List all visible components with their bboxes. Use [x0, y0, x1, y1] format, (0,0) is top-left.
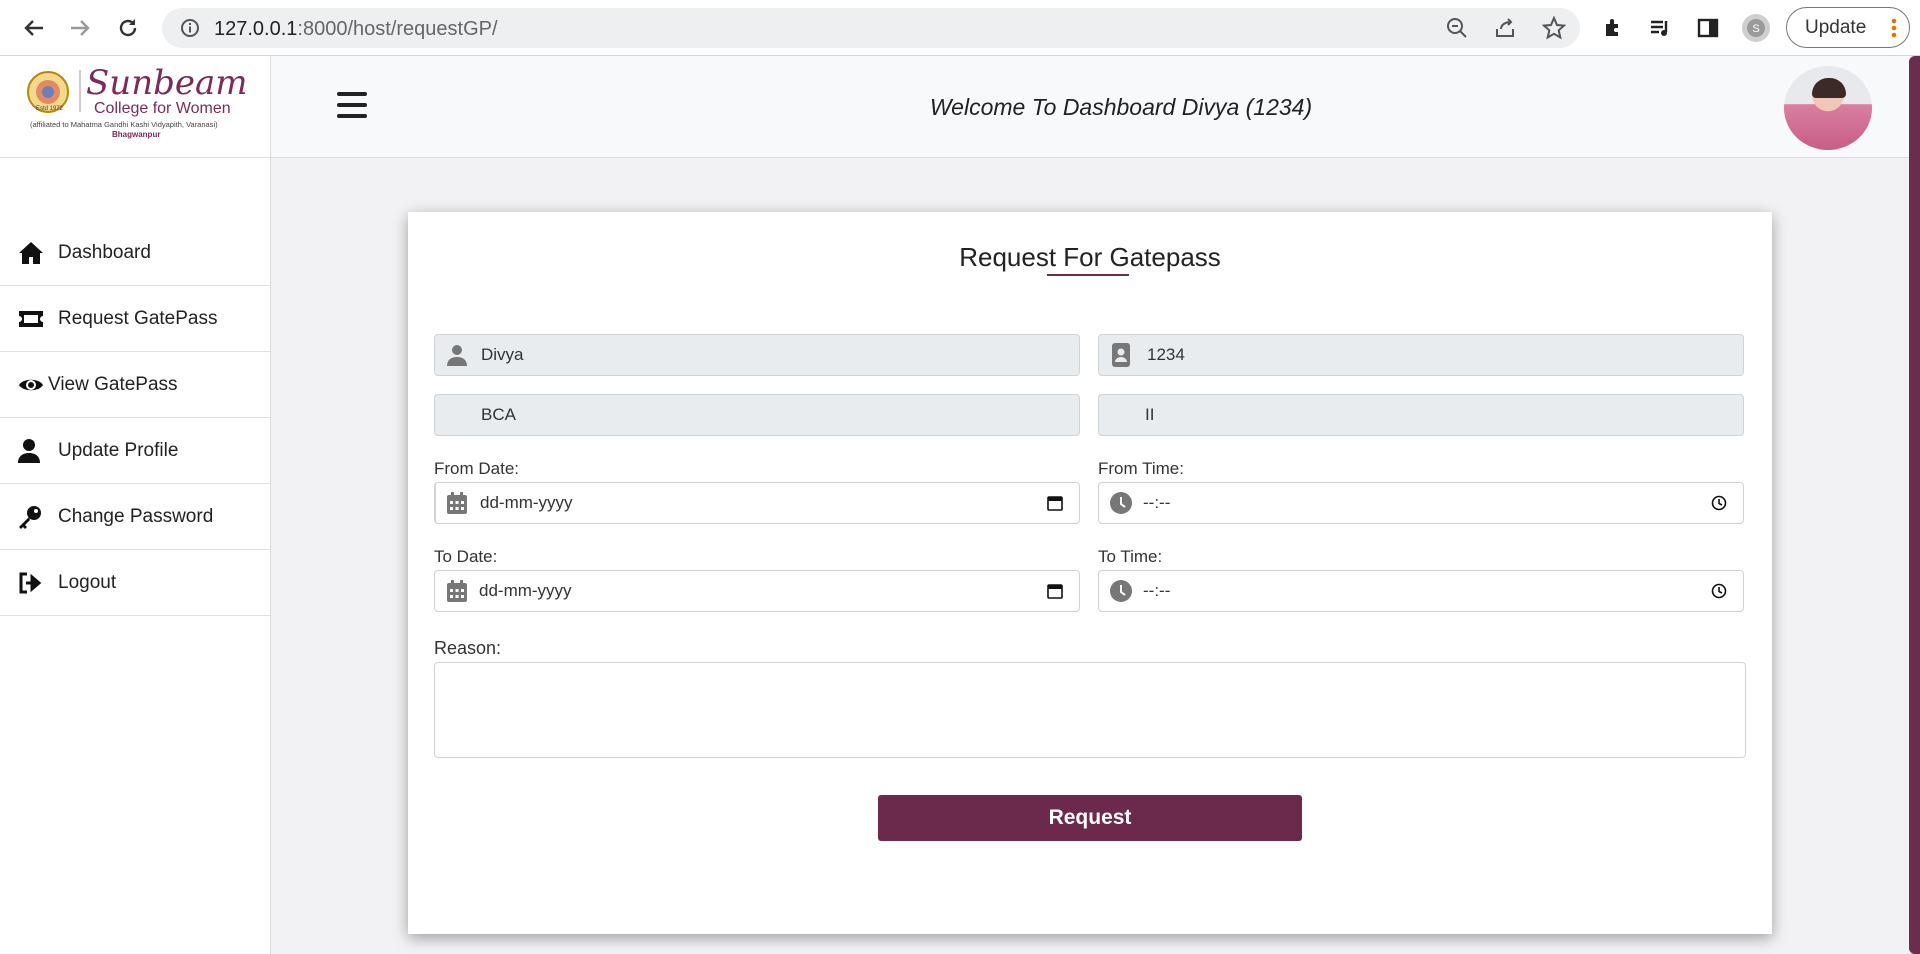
sidebar-item-view-gatepass[interactable]: View GatePass	[0, 352, 270, 418]
url-path: :8000/host/requestGP/	[297, 18, 498, 40]
key-icon	[18, 504, 48, 530]
sidebar-item-label: Change Password	[58, 505, 214, 527]
to-time-placeholder: --:--	[1143, 581, 1171, 600]
calendar-icon	[435, 571, 479, 611]
request-button[interactable]: Request	[878, 795, 1302, 841]
to-time-label: To Time:	[1098, 547, 1163, 566]
college-logo[interactable]: Sunbeam College for Women (affiliated to…	[0, 56, 270, 158]
logo-estd: Estd 1972	[36, 106, 64, 112]
to-date-label: To Date:	[434, 547, 498, 566]
update-label: Update	[1805, 16, 1867, 38]
sidebar-item-label: View GatePass	[48, 373, 178, 395]
zoom-icon[interactable]	[1446, 17, 1468, 44]
back-icon[interactable]	[16, 10, 52, 46]
course-field: BCA	[434, 394, 1080, 436]
extensions-icon[interactable]	[1596, 10, 1632, 46]
sidebar-item-dashboard[interactable]: Dashboard	[0, 220, 270, 286]
update-button[interactable]: Update	[1786, 7, 1910, 48]
menu-dots-icon[interactable]	[1891, 18, 1897, 44]
from-time-label: From Time:	[1098, 459, 1184, 478]
home-icon	[18, 240, 48, 266]
gatepass-form-card: Request For Gatepass Divya 1234 BCA II F…	[408, 212, 1772, 934]
profile-avatar-icon[interactable]: S	[1738, 10, 1774, 46]
to-date-placeholder: dd-mm-yyyy	[479, 581, 572, 600]
from-date-label: From Date:	[434, 459, 520, 478]
logo-affiliation: (affiliated to Mahatma Gandhi Kashi Vidy…	[30, 120, 218, 129]
sidebar-item-label: Logout	[58, 571, 117, 593]
logo-location: Bhagwanpur	[112, 130, 161, 139]
user-icon	[18, 438, 48, 464]
year-field: II	[1098, 394, 1744, 436]
sidebar-item-request-gatepass[interactable]: Request GatePass	[0, 286, 270, 352]
year-value: II	[1145, 405, 1155, 424]
media-control-icon[interactable]	[1642, 10, 1678, 46]
ticket-icon	[18, 306, 48, 332]
site-info-icon[interactable]	[180, 18, 200, 43]
side-panel-icon[interactable]	[1690, 10, 1726, 46]
scrollbar[interactable]	[1909, 56, 1920, 954]
from-time-placeholder: --:--	[1143, 493, 1171, 512]
date-picker-icon[interactable]	[1047, 583, 1063, 604]
forward-icon[interactable]	[62, 10, 98, 46]
logout-icon	[18, 570, 48, 596]
clock-icon	[1099, 571, 1143, 611]
name-field: Divya	[434, 334, 1080, 376]
form-title: Request For Gatepass	[959, 242, 1221, 272]
sidebar-item-label: Dashboard	[58, 241, 151, 263]
clock-icon	[1099, 483, 1143, 523]
share-icon[interactable]	[1494, 17, 1516, 44]
address-bar[interactable]: 127.0.0.1:8000/host/requestGP/	[162, 8, 1580, 48]
welcome-message: Welcome To Dashboard Divya (1234)	[929, 94, 1313, 120]
eye-icon	[18, 372, 44, 398]
reason-label: Reason:	[434, 638, 502, 658]
reason-textarea[interactable]	[434, 662, 1746, 758]
logo-subtitle: College for Women	[94, 100, 231, 117]
title-underline	[1047, 274, 1129, 276]
from-time-input[interactable]: --:--	[1098, 482, 1744, 524]
sidebar: Sunbeam College for Women (affiliated to…	[0, 56, 271, 954]
sidebar-item-label: Request GatePass	[58, 307, 218, 329]
svg-text:S: S	[1752, 23, 1759, 35]
from-date-input[interactable]: dd-mm-yyyy	[434, 482, 1080, 524]
sidebar-item-logout[interactable]: Logout	[0, 550, 270, 616]
to-time-input[interactable]: --:--	[1098, 570, 1744, 612]
browser-toolbar: 127.0.0.1:8000/host/requestGP/ S Update	[0, 0, 1920, 56]
course-value: BCA	[481, 405, 516, 424]
sidebar-item-update-profile[interactable]: Update Profile	[0, 418, 270, 484]
url-text: 127.0.0.1:8000/host/requestGP/	[214, 18, 498, 41]
time-picker-icon[interactable]	[1711, 583, 1727, 604]
url-host: 127.0.0.1	[214, 18, 298, 40]
logo-name: Sunbeam	[86, 63, 248, 103]
id-value: 1234	[1147, 345, 1185, 364]
name-value: Divya	[481, 345, 524, 364]
user-icon	[435, 335, 479, 375]
sidebar-menu: Dashboard Request GatePass View GatePass…	[0, 220, 270, 616]
date-picker-icon[interactable]	[1047, 495, 1063, 516]
calendar-icon	[435, 483, 479, 523]
reload-icon[interactable]	[110, 10, 146, 46]
sidebar-item-change-password[interactable]: Change Password	[0, 484, 270, 550]
sidebar-item-label: Update Profile	[58, 439, 179, 461]
top-header: Welcome To Dashboard Divya (1234)	[271, 56, 1911, 158]
id-field: 1234	[1098, 334, 1744, 376]
from-date-placeholder: dd-mm-yyyy	[480, 493, 573, 512]
to-date-input[interactable]: dd-mm-yyyy	[434, 570, 1080, 612]
id-card-icon	[1099, 335, 1143, 375]
bookmark-star-icon[interactable]	[1541, 15, 1567, 45]
time-picker-icon[interactable]	[1711, 495, 1727, 516]
user-avatar[interactable]	[1784, 66, 1872, 150]
